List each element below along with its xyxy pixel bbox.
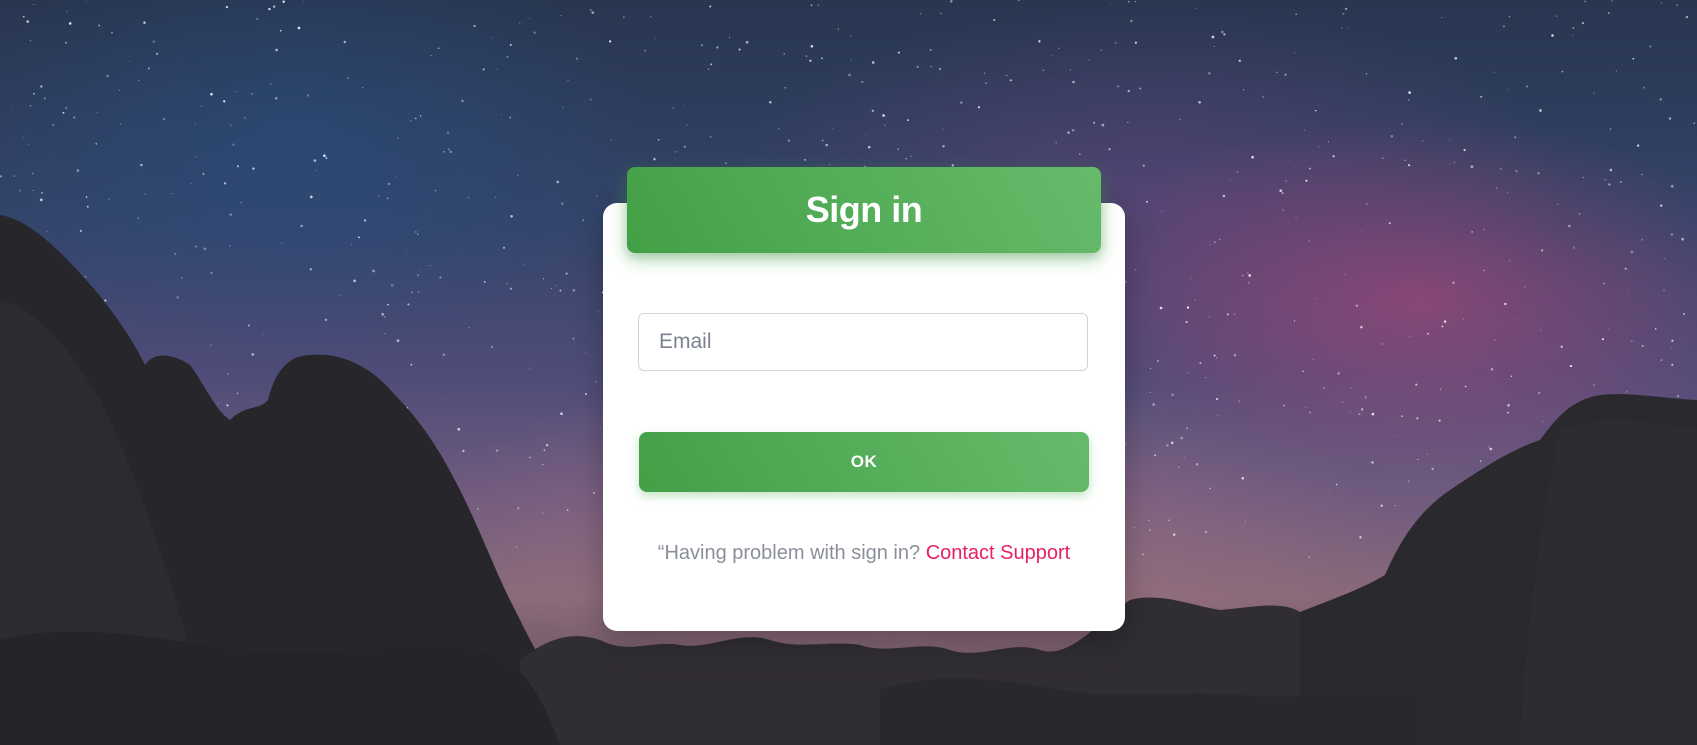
ok-button[interactable]: OK (639, 432, 1089, 492)
contact-support-link[interactable]: Contact Support (926, 542, 1071, 564)
email-input[interactable] (638, 313, 1088, 371)
login-page: Sign in OK “Having problem with sign in?… (0, 0, 1697, 745)
help-line: “Having problem with sign in? Contact Su… (603, 542, 1125, 565)
signin-card-header: Sign in (627, 167, 1101, 253)
help-text: “Having problem with sign in? (657, 542, 921, 564)
signin-card (603, 203, 1125, 631)
signin-title: Sign in (805, 189, 923, 230)
